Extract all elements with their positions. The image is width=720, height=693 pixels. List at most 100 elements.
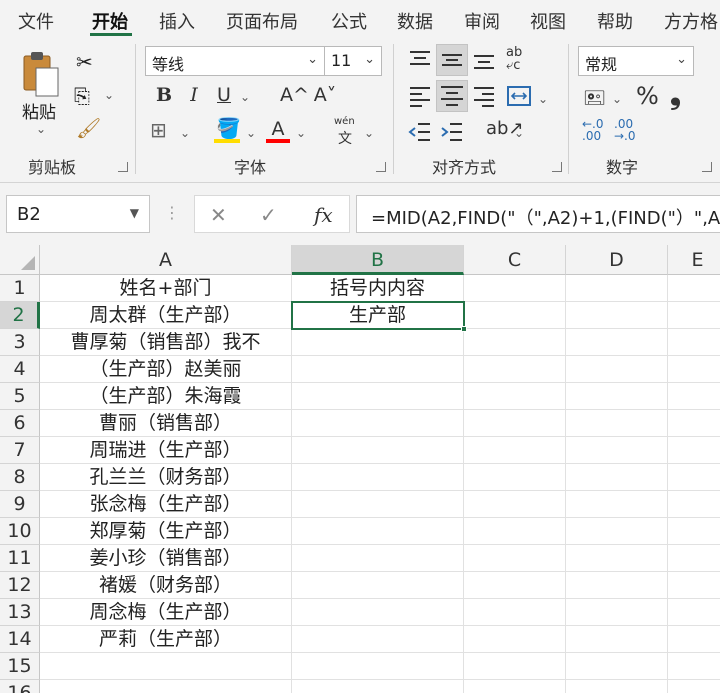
row-header[interactable]: 14: [0, 626, 40, 653]
bold-button[interactable]: B: [154, 82, 174, 110]
cell-d[interactable]: [566, 302, 668, 329]
cell-a[interactable]: 周太群（生产部）: [40, 302, 292, 329]
tab-page-layout[interactable]: 页面布局: [226, 8, 298, 34]
number-launcher-icon[interactable]: [702, 162, 712, 172]
cancel-icon[interactable]: ✕: [210, 203, 227, 227]
grow-font-button[interactable]: A^: [280, 82, 309, 110]
cell-b[interactable]: [292, 329, 464, 356]
row-header[interactable]: 7: [0, 437, 40, 464]
cell-c[interactable]: [464, 653, 566, 680]
tab-data[interactable]: 数据: [397, 8, 433, 34]
column-header-e[interactable]: E: [668, 245, 720, 275]
row-header[interactable]: 16: [0, 680, 40, 693]
cell-b[interactable]: [292, 572, 464, 599]
select-all-button[interactable]: [0, 245, 40, 275]
underline-button[interactable]: U: [214, 82, 234, 110]
align-top-icon[interactable]: [408, 48, 432, 72]
tab-review[interactable]: 审阅: [464, 8, 500, 34]
row-header[interactable]: 13: [0, 599, 40, 626]
comma-style-button[interactable]: ❟: [670, 78, 681, 112]
copy-icon[interactable]: ⎘: [74, 84, 90, 108]
cell-e[interactable]: [668, 356, 720, 383]
cell-c[interactable]: [464, 329, 566, 356]
fill-color-icon[interactable]: 🪣: [216, 116, 241, 140]
cell-e[interactable]: [668, 437, 720, 464]
name-box[interactable]: B2 ▼: [6, 195, 150, 233]
decrease-indent-icon[interactable]: [408, 120, 432, 144]
cell-e[interactable]: [668, 329, 720, 356]
cell-c[interactable]: [464, 302, 566, 329]
cell-d[interactable]: [566, 410, 668, 437]
row-header[interactable]: 4: [0, 356, 40, 383]
font-size-select[interactable]: 11 ⌄: [324, 46, 382, 76]
row-header[interactable]: 3: [0, 329, 40, 356]
cell-a[interactable]: 姜小珍（销售部）: [40, 545, 292, 572]
cell-e[interactable]: [668, 410, 720, 437]
format-painter-icon[interactable]: 🖌: [76, 116, 101, 140]
cut-icon[interactable]: ✂: [76, 50, 93, 74]
phonetic-icon[interactable]: 文: [338, 128, 352, 148]
cell-b[interactable]: [292, 653, 464, 680]
row-header[interactable]: 15: [0, 653, 40, 680]
cell-c[interactable]: [464, 383, 566, 410]
column-header-d[interactable]: D: [566, 245, 668, 275]
cell-c[interactable]: [464, 464, 566, 491]
cell-c[interactable]: [464, 275, 566, 302]
row-header[interactable]: 6: [0, 410, 40, 437]
clipboard-launcher-icon[interactable]: [118, 162, 128, 172]
number-format-select[interactable]: 常规 ⌄: [578, 46, 694, 76]
cell-a[interactable]: 褚媛（财务部）: [40, 572, 292, 599]
insert-function-icon[interactable]: fx: [314, 203, 333, 227]
cell-a[interactable]: 周念梅（生产部）: [40, 599, 292, 626]
cell-c[interactable]: [464, 599, 566, 626]
fill-color-dropdown-icon[interactable]: ⌄: [246, 126, 256, 140]
column-header-c[interactable]: C: [464, 245, 566, 275]
cell-d[interactable]: [566, 356, 668, 383]
cell-a[interactable]: 孔兰兰（财务部）: [40, 464, 292, 491]
cell-d[interactable]: [566, 626, 668, 653]
paste-dropdown-icon[interactable]: ⌄: [36, 122, 46, 136]
shrink-font-button[interactable]: A˅: [312, 82, 338, 110]
tab-fangfange[interactable]: 方方格: [664, 8, 718, 34]
row-header[interactable]: 5: [0, 383, 40, 410]
cell-c[interactable]: [464, 626, 566, 653]
paste-label[interactable]: 粘贴: [22, 98, 56, 123]
cell-a[interactable]: （生产部）朱海霞: [40, 383, 292, 410]
tab-insert[interactable]: 插入: [159, 8, 195, 34]
phonetic-dropdown-icon[interactable]: ⌄: [364, 126, 374, 140]
row-header[interactable]: 12: [0, 572, 40, 599]
row-header[interactable]: 1: [0, 275, 40, 302]
cell-a[interactable]: 周瑞进（生产部）: [40, 437, 292, 464]
borders-dropdown-icon[interactable]: ⌄: [180, 126, 190, 140]
cell-d[interactable]: [566, 680, 668, 693]
cell-d[interactable]: [566, 545, 668, 572]
italic-button[interactable]: I: [184, 82, 204, 110]
cell-a[interactable]: [40, 653, 292, 680]
font-color-dropdown-icon[interactable]: ⌄: [296, 126, 306, 140]
cell-b[interactable]: [292, 356, 464, 383]
currency-format-icon[interactable]: 🖭: [584, 86, 605, 116]
cell-c[interactable]: [464, 518, 566, 545]
cell-c[interactable]: [464, 356, 566, 383]
fill-handle[interactable]: [461, 326, 467, 332]
cell-e[interactable]: [668, 572, 720, 599]
column-header-b[interactable]: B: [292, 245, 464, 275]
currency-dropdown-icon[interactable]: ⌄: [612, 92, 622, 106]
cell-a[interactable]: （生产部）赵美丽: [40, 356, 292, 383]
cell-b[interactable]: [292, 518, 464, 545]
borders-icon[interactable]: ⊞: [150, 118, 167, 142]
cell-a[interactable]: 郑厚菊（生产部）: [40, 518, 292, 545]
underline-dropdown-icon[interactable]: ⌄: [240, 90, 250, 104]
tab-file[interactable]: 文件: [18, 8, 54, 34]
decrease-decimal-icon[interactable]: .00 →.0: [614, 118, 636, 142]
font-launcher-icon[interactable]: [376, 162, 386, 172]
cell-e[interactable]: [668, 545, 720, 572]
more-options-icon[interactable]: ⋮: [164, 203, 180, 222]
cell-d[interactable]: [566, 275, 668, 302]
cell-e[interactable]: [668, 302, 720, 329]
cell-b[interactable]: [292, 410, 464, 437]
align-middle-button[interactable]: [436, 44, 468, 76]
row-header[interactable]: 2: [0, 302, 40, 329]
cell-c[interactable]: [464, 680, 566, 693]
tab-help[interactable]: 帮助: [597, 8, 633, 34]
